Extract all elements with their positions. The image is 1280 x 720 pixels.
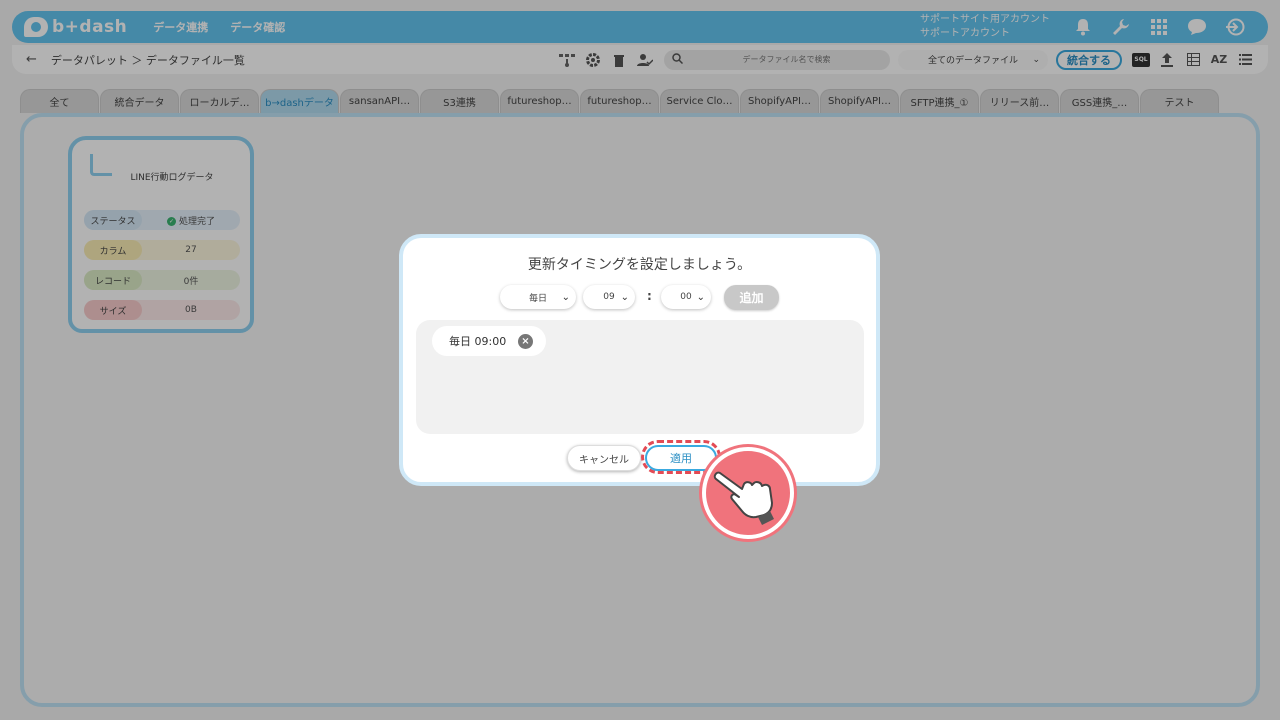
update-timing-dialog: 更新タイミングを設定しましょう。 毎日 ⌄ 09 ⌄ : 00 ⌄ 追加 毎日 … bbox=[399, 234, 880, 486]
hour-select[interactable]: 09 ⌄ bbox=[583, 285, 635, 309]
pointing-hand-icon bbox=[702, 447, 794, 539]
remove-timing-icon[interactable]: × bbox=[518, 333, 533, 349]
cancel-button[interactable]: キャンセル bbox=[567, 445, 641, 471]
chevron-down-icon: ⌄ bbox=[620, 291, 629, 303]
frequency-value: 毎日 bbox=[528, 293, 547, 304]
frequency-select[interactable]: 毎日 ⌄ bbox=[500, 285, 576, 309]
timing-chip: 毎日 09:00 × bbox=[432, 326, 546, 356]
chevron-down-icon: ⌄ bbox=[561, 291, 570, 303]
timing-chip-label: 毎日 09:00 bbox=[449, 335, 507, 348]
minute-select[interactable]: 00 ⌄ bbox=[661, 285, 711, 309]
minute-value: 00 bbox=[680, 292, 692, 302]
time-separator: : bbox=[647, 289, 652, 303]
chevron-down-icon: ⌄ bbox=[696, 291, 705, 303]
hour-value: 09 bbox=[603, 292, 615, 302]
dialog-title: 更新タイミングを設定しましょう。 bbox=[527, 257, 752, 273]
add-timing-button[interactable]: 追加 bbox=[724, 285, 779, 310]
timing-list: 毎日 09:00 × bbox=[416, 320, 864, 434]
